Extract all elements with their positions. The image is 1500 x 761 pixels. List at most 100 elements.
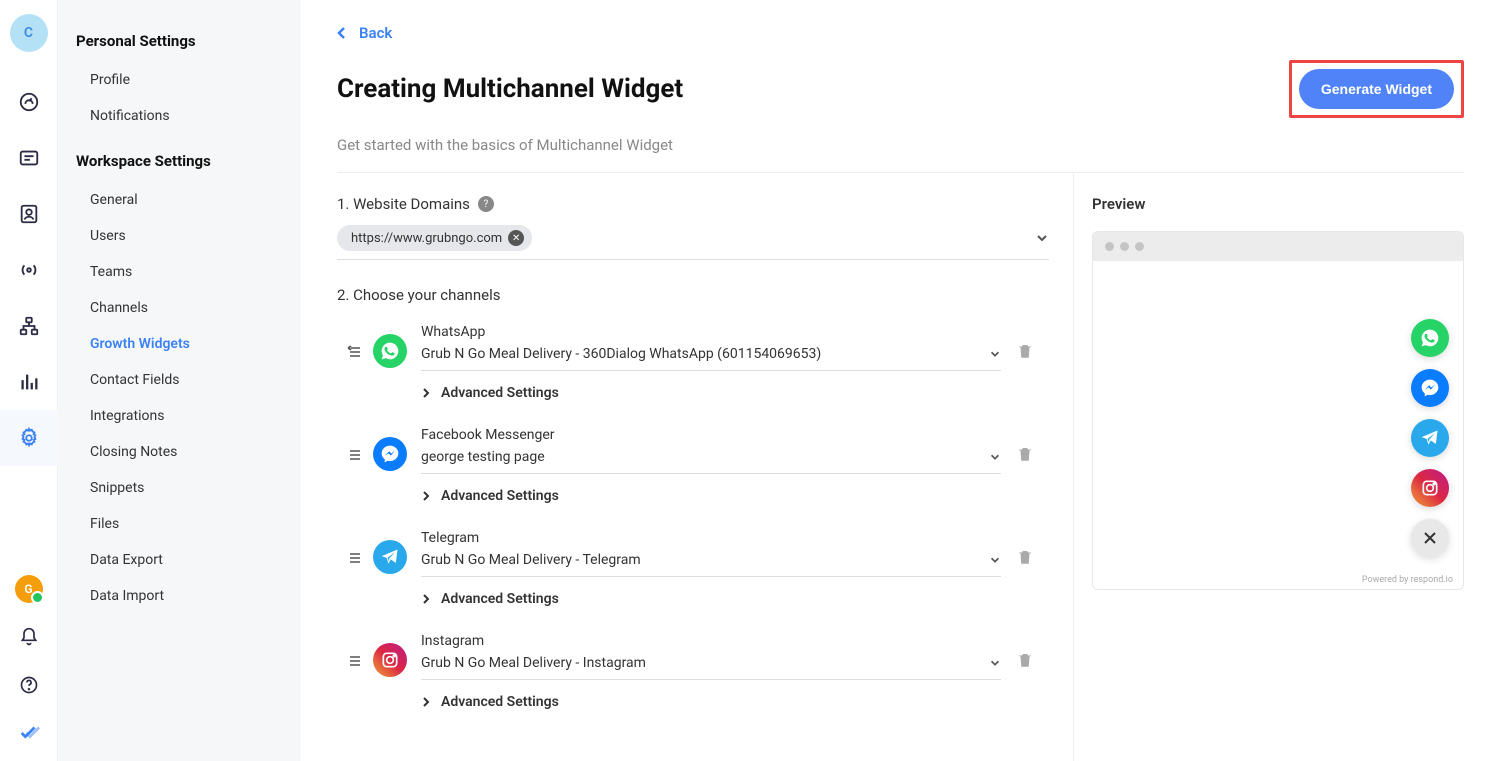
messenger-icon — [373, 437, 407, 471]
delete-channel-button[interactable] — [1001, 530, 1049, 566]
broadcast-icon[interactable] — [0, 242, 58, 298]
main-content: Back Creating Multichannel Widget Genera… — [301, 0, 1500, 761]
channel-row-whatsapp: WhatsApp Grub N Go Meal Delivery - 360Di… — [337, 316, 1049, 419]
channel-select-value: george testing page — [421, 449, 545, 465]
sidebar-item-teams[interactable]: Teams — [76, 254, 283, 290]
drag-handle-icon[interactable] — [337, 427, 373, 463]
channel-select[interactable]: george testing page — [421, 449, 1001, 474]
channel-select-value: Grub N Go Meal Delivery - Instagram — [421, 655, 646, 671]
drag-handle-icon[interactable] — [337, 530, 373, 566]
sidebar-item-contact-fields[interactable]: Contact Fields — [76, 362, 283, 398]
chevron-down-icon — [989, 657, 1001, 669]
help-tooltip-icon[interactable]: ? — [478, 196, 494, 212]
delete-channel-button[interactable] — [1001, 324, 1049, 360]
preview-instagram-bubble[interactable] — [1411, 469, 1449, 507]
domain-chip-remove-icon[interactable]: ✕ — [508, 230, 524, 246]
delete-channel-button[interactable] — [1001, 633, 1049, 669]
website-domains-text: 1. Website Domains — [337, 195, 470, 213]
channel-body: Facebook Messenger george testing page A… — [407, 427, 1001, 522]
form-column: 1. Website Domains ? https://www.grubngo… — [337, 173, 1074, 761]
advanced-settings-label: Advanced Settings — [441, 694, 559, 710]
channel-select[interactable]: Grub N Go Meal Delivery - Telegram — [421, 552, 1001, 577]
chevron-right-icon — [421, 696, 431, 708]
chevron-right-icon — [421, 490, 431, 502]
preview-messenger-bubble[interactable] — [1411, 369, 1449, 407]
advanced-settings-toggle[interactable]: Advanced Settings — [421, 474, 1001, 522]
browser-dot-icon — [1135, 242, 1144, 251]
dashboard-icon[interactable] — [0, 74, 58, 130]
sidebar-item-growth-widgets[interactable]: Growth Widgets — [76, 326, 283, 362]
whatsapp-icon — [373, 334, 407, 368]
channel-row-messenger: Facebook Messenger george testing page A… — [337, 419, 1049, 522]
preview-title: Preview — [1092, 195, 1464, 213]
channel-select[interactable]: Grub N Go Meal Delivery - Instagram — [421, 655, 1001, 680]
preview-box: Powered by respond.io — [1092, 231, 1464, 590]
workflow-icon[interactable] — [0, 298, 58, 354]
channel-name: Instagram — [421, 633, 1001, 649]
channel-body: Instagram Grub N Go Meal Delivery - Inst… — [407, 633, 1001, 728]
sidebar-item-notifications[interactable]: Notifications — [76, 98, 283, 134]
instagram-icon — [373, 643, 407, 677]
sidebar-item-data-export[interactable]: Data Export — [76, 542, 283, 578]
settings-icon[interactable] — [0, 410, 58, 466]
inbox-icon[interactable] — [0, 130, 58, 186]
page-subtitle: Get started with the basics of Multichan… — [337, 136, 1464, 173]
checkmark-icon[interactable] — [0, 709, 58, 757]
sidebar-item-users[interactable]: Users — [76, 218, 283, 254]
page-title: Creating Multichannel Widget — [337, 74, 683, 104]
advanced-settings-toggle[interactable]: Advanced Settings — [421, 680, 1001, 728]
advanced-settings-label: Advanced Settings — [441, 591, 559, 607]
preview-telegram-bubble[interactable] — [1411, 419, 1449, 457]
back-link[interactable]: Back — [337, 24, 392, 42]
channel-row-instagram: Instagram Grub N Go Meal Delivery - Inst… — [337, 625, 1049, 728]
sidebar-item-general[interactable]: General — [76, 182, 283, 218]
delete-channel-button[interactable] — [1001, 427, 1049, 463]
contacts-icon[interactable] — [0, 186, 58, 242]
drag-handle-icon[interactable] — [337, 324, 373, 360]
channel-select-value: Grub N Go Meal Delivery - Telegram — [421, 552, 641, 568]
choose-channels-text: 2. Choose your channels — [337, 286, 500, 304]
back-label: Back — [359, 24, 392, 42]
telegram-icon — [373, 540, 407, 574]
choose-channels-label: 2. Choose your channels — [337, 286, 1049, 304]
domain-chip: https://www.grubngo.com ✕ — [337, 225, 532, 251]
drag-handle-icon[interactable] — [337, 633, 373, 669]
chevron-right-icon — [421, 387, 431, 399]
preview-column: Preview — [1074, 173, 1464, 761]
header-row: Creating Multichannel Widget Generate Wi… — [337, 60, 1464, 118]
sidebar-item-closing-notes[interactable]: Closing Notes — [76, 434, 283, 470]
chevron-down-icon[interactable] — [1035, 231, 1049, 245]
sidebar-item-data-import[interactable]: Data Import — [76, 578, 283, 614]
sidebar-item-snippets[interactable]: Snippets — [76, 470, 283, 506]
preview-close-bubble[interactable] — [1411, 519, 1449, 557]
channel-select[interactable]: Grub N Go Meal Delivery - 360Dialog What… — [421, 346, 1001, 371]
user-avatar-icon[interactable]: G — [0, 565, 58, 613]
reports-icon[interactable] — [0, 354, 58, 410]
sidebar-item-channels[interactable]: Channels — [76, 290, 283, 326]
browser-dot-icon — [1105, 242, 1114, 251]
chevron-down-icon — [989, 348, 1001, 360]
channel-row-telegram: Telegram Grub N Go Meal Delivery - Teleg… — [337, 522, 1049, 625]
personal-section-title: Personal Settings — [76, 32, 283, 50]
bell-icon[interactable] — [0, 613, 58, 661]
channel-body: WhatsApp Grub N Go Meal Delivery - 360Di… — [407, 324, 1001, 419]
chevron-down-icon — [989, 554, 1001, 566]
chevron-right-icon — [421, 593, 431, 605]
sidebar-item-files[interactable]: Files — [76, 506, 283, 542]
workspace-section-title: Workspace Settings — [76, 152, 283, 170]
advanced-settings-toggle[interactable]: Advanced Settings — [421, 371, 1001, 419]
sidebar-item-integrations[interactable]: Integrations — [76, 398, 283, 434]
workspace-avatar[interactable]: C — [10, 14, 48, 52]
advanced-settings-label: Advanced Settings — [441, 385, 559, 401]
channel-name: Telegram — [421, 530, 1001, 546]
advanced-settings-toggle[interactable]: Advanced Settings — [421, 577, 1001, 625]
generate-widget-button[interactable]: Generate Widget — [1299, 69, 1454, 109]
preview-whatsapp-bubble[interactable] — [1411, 319, 1449, 357]
nav-rail: C G — [0, 0, 58, 761]
main-row: 1. Website Domains ? https://www.grubngo… — [337, 173, 1464, 761]
website-domains-field[interactable]: https://www.grubngo.com ✕ — [337, 225, 1049, 260]
user-avatar: G — [15, 575, 43, 603]
sidebar-item-profile[interactable]: Profile — [76, 62, 283, 98]
help-icon[interactable] — [0, 661, 58, 709]
preview-browser-header — [1093, 232, 1463, 261]
